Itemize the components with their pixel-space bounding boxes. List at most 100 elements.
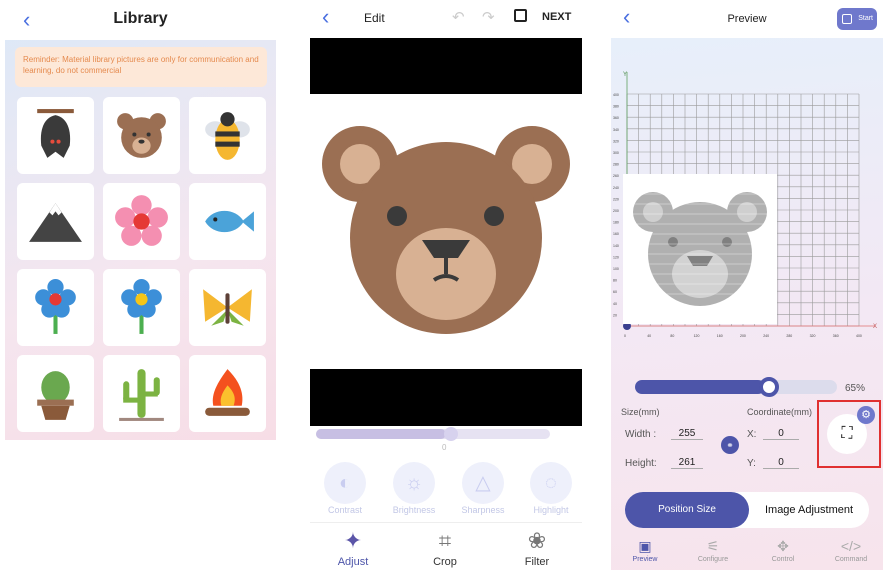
brightness-label: Brightness — [392, 505, 436, 515]
bat-icon — [37, 109, 74, 158]
library-item-bat[interactable] — [17, 97, 94, 174]
y-field[interactable]: 0 — [763, 457, 799, 469]
redo-icon[interactable]: ↷ — [482, 8, 495, 26]
tab-command[interactable]: </> Command — [821, 538, 881, 563]
crop-bar-bottom — [310, 369, 582, 426]
library-item-potted-cactus[interactable] — [17, 355, 94, 432]
tab-control-label: Control — [771, 556, 795, 563]
image-adjustment-tab[interactable]: Image Adjustment — [749, 492, 869, 528]
bear-icon — [117, 113, 166, 158]
highlight-button[interactable]: ◌ — [530, 462, 572, 504]
x-axis-label: X — [873, 324, 877, 330]
height-field[interactable]: 261 — [671, 457, 703, 469]
slider-knob[interactable] — [444, 427, 458, 441]
y-tick-label: 200 — [613, 209, 619, 213]
x-tick-label: 0 — [624, 334, 626, 338]
undo-icon[interactable]: ↶ — [452, 8, 465, 26]
engrave-icon — [842, 14, 852, 24]
library-item-blue-yellow-flower[interactable] — [103, 269, 180, 346]
library-item-campfire[interactable] — [189, 355, 266, 432]
x-tick-label: 120 — [694, 334, 700, 338]
y-tick-label: 380 — [613, 105, 619, 109]
slider-value: 0 — [442, 443, 447, 452]
x-tick-label: 320 — [810, 334, 816, 338]
adjust-slider[interactable] — [316, 427, 550, 441]
position-size-tab[interactable]: Position Size — [625, 492, 749, 528]
sharpness-label: Sharpness — [461, 505, 505, 515]
flower-blue-red-icon — [35, 279, 76, 334]
lock-ratio-button[interactable]: ⚭ — [721, 436, 739, 454]
y-tick-label: 40 — [613, 302, 617, 306]
scale-slider-fill — [635, 380, 765, 394]
library-item-blue-flower[interactable] — [17, 269, 94, 346]
back-icon[interactable]: ‹ — [322, 4, 329, 30]
highlight-icon: ◌ — [545, 472, 557, 494]
sharpness-button[interactable]: △ — [462, 462, 504, 504]
tab-crop[interactable]: ⌗ Crop — [410, 528, 480, 568]
mountain-icon — [29, 203, 82, 242]
image-canvas[interactable] — [310, 38, 582, 426]
library-item-bear[interactable] — [103, 97, 180, 174]
cactus-icon — [119, 369, 164, 421]
start-button[interactable]: Start — [837, 8, 877, 30]
cactus-pot-icon — [37, 371, 74, 420]
library-item-fish[interactable] — [189, 183, 266, 260]
divider — [310, 522, 582, 523]
tab-adjust-label: Adjust — [337, 556, 369, 568]
tab-filter[interactable]: ❀ Filter — [502, 528, 572, 568]
scale-slider-knob[interactable] — [759, 377, 779, 397]
library-item-cactus[interactable] — [103, 355, 180, 432]
settings-button[interactable]: ⚙ — [857, 406, 875, 424]
page-title: Edit — [364, 11, 385, 25]
y-label: Y: — [747, 458, 756, 469]
y-tick-label: 160 — [613, 232, 619, 236]
bear-preview-image[interactable] — [623, 174, 777, 324]
contrast-button[interactable]: ◐ — [324, 462, 366, 504]
brightness-icon: ☼ — [404, 472, 424, 494]
crop-bar-top — [310, 38, 582, 94]
scale-slider[interactable] — [635, 377, 837, 397]
campfire-icon — [205, 369, 250, 416]
tab-control[interactable]: ✥ Control — [753, 538, 813, 563]
dpad-icon: ✥ — [777, 538, 789, 554]
butterfly-icon — [203, 289, 252, 326]
start-label: Start — [858, 15, 873, 22]
x-field[interactable]: 0 — [763, 428, 799, 440]
brightness-button[interactable]: ☼ — [393, 462, 435, 504]
library-item-mountain[interactable] — [17, 183, 94, 260]
magic-wand-icon: ✦ — [343, 528, 363, 553]
tab-configure[interactable]: ⚟ Configure — [683, 538, 743, 563]
save-icon[interactable] — [514, 9, 527, 22]
x-tick-label: 240 — [763, 334, 769, 338]
next-button[interactable]: NEXT — [542, 11, 571, 23]
library-item-pink-flower[interactable] — [103, 183, 180, 260]
y-tick-label: 260 — [613, 174, 619, 178]
y-tick-label: 60 — [613, 290, 617, 294]
y-tick-label: 180 — [613, 221, 619, 225]
tab-command-label: Command — [834, 556, 868, 563]
sliders-icon: ⚟ — [706, 538, 720, 554]
library-item-butterfly[interactable] — [189, 269, 266, 346]
height-label: Height: — [625, 458, 657, 469]
tab-preview[interactable]: ▣ Preview — [615, 538, 675, 563]
tab-adjust[interactable]: ✦ Adjust — [318, 528, 388, 568]
y-tick-label: 280 — [613, 163, 619, 167]
y-axis-label: Y — [623, 72, 627, 78]
scale-percent: 65% — [845, 383, 866, 394]
width-label: Width : — [625, 429, 657, 440]
code-icon: </> — [840, 538, 862, 554]
segmented-control: Position Size Image Adjustment — [625, 492, 869, 528]
y-tick-label: 320 — [613, 139, 619, 143]
work-area[interactable]: Y X 400 380 360 340 320 300 280 260 240 220 200 180 16… — [611, 64, 883, 344]
slider-fill — [316, 429, 446, 439]
library-screen: ‹ Library Reminder: Material library pic… — [5, 0, 276, 440]
tab-filter-label: Filter — [524, 556, 550, 568]
library-header: ‹ Library — [5, 0, 276, 40]
y-tick-label: 220 — [613, 197, 619, 201]
coordinate-label: Coordinate(mm) — [747, 407, 813, 417]
highlight-label: Highlight — [533, 505, 569, 515]
width-field[interactable]: 255 — [671, 428, 703, 440]
x-tick-label: 80 — [670, 334, 674, 338]
library-item-bee[interactable] — [189, 97, 266, 174]
size-label: Size(mm) — [621, 407, 660, 417]
